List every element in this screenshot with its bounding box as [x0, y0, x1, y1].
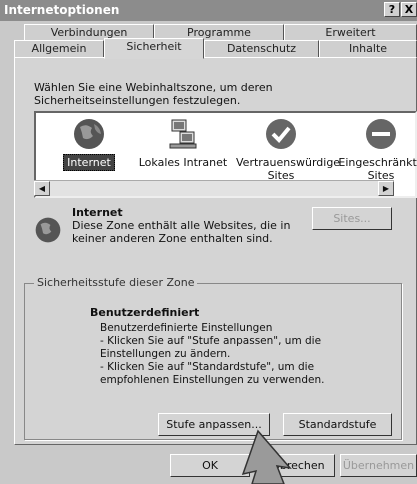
pointer-arrow-icon — [241, 429, 292, 484]
tab-sicherheit[interactable]: Sicherheit — [104, 38, 204, 59]
